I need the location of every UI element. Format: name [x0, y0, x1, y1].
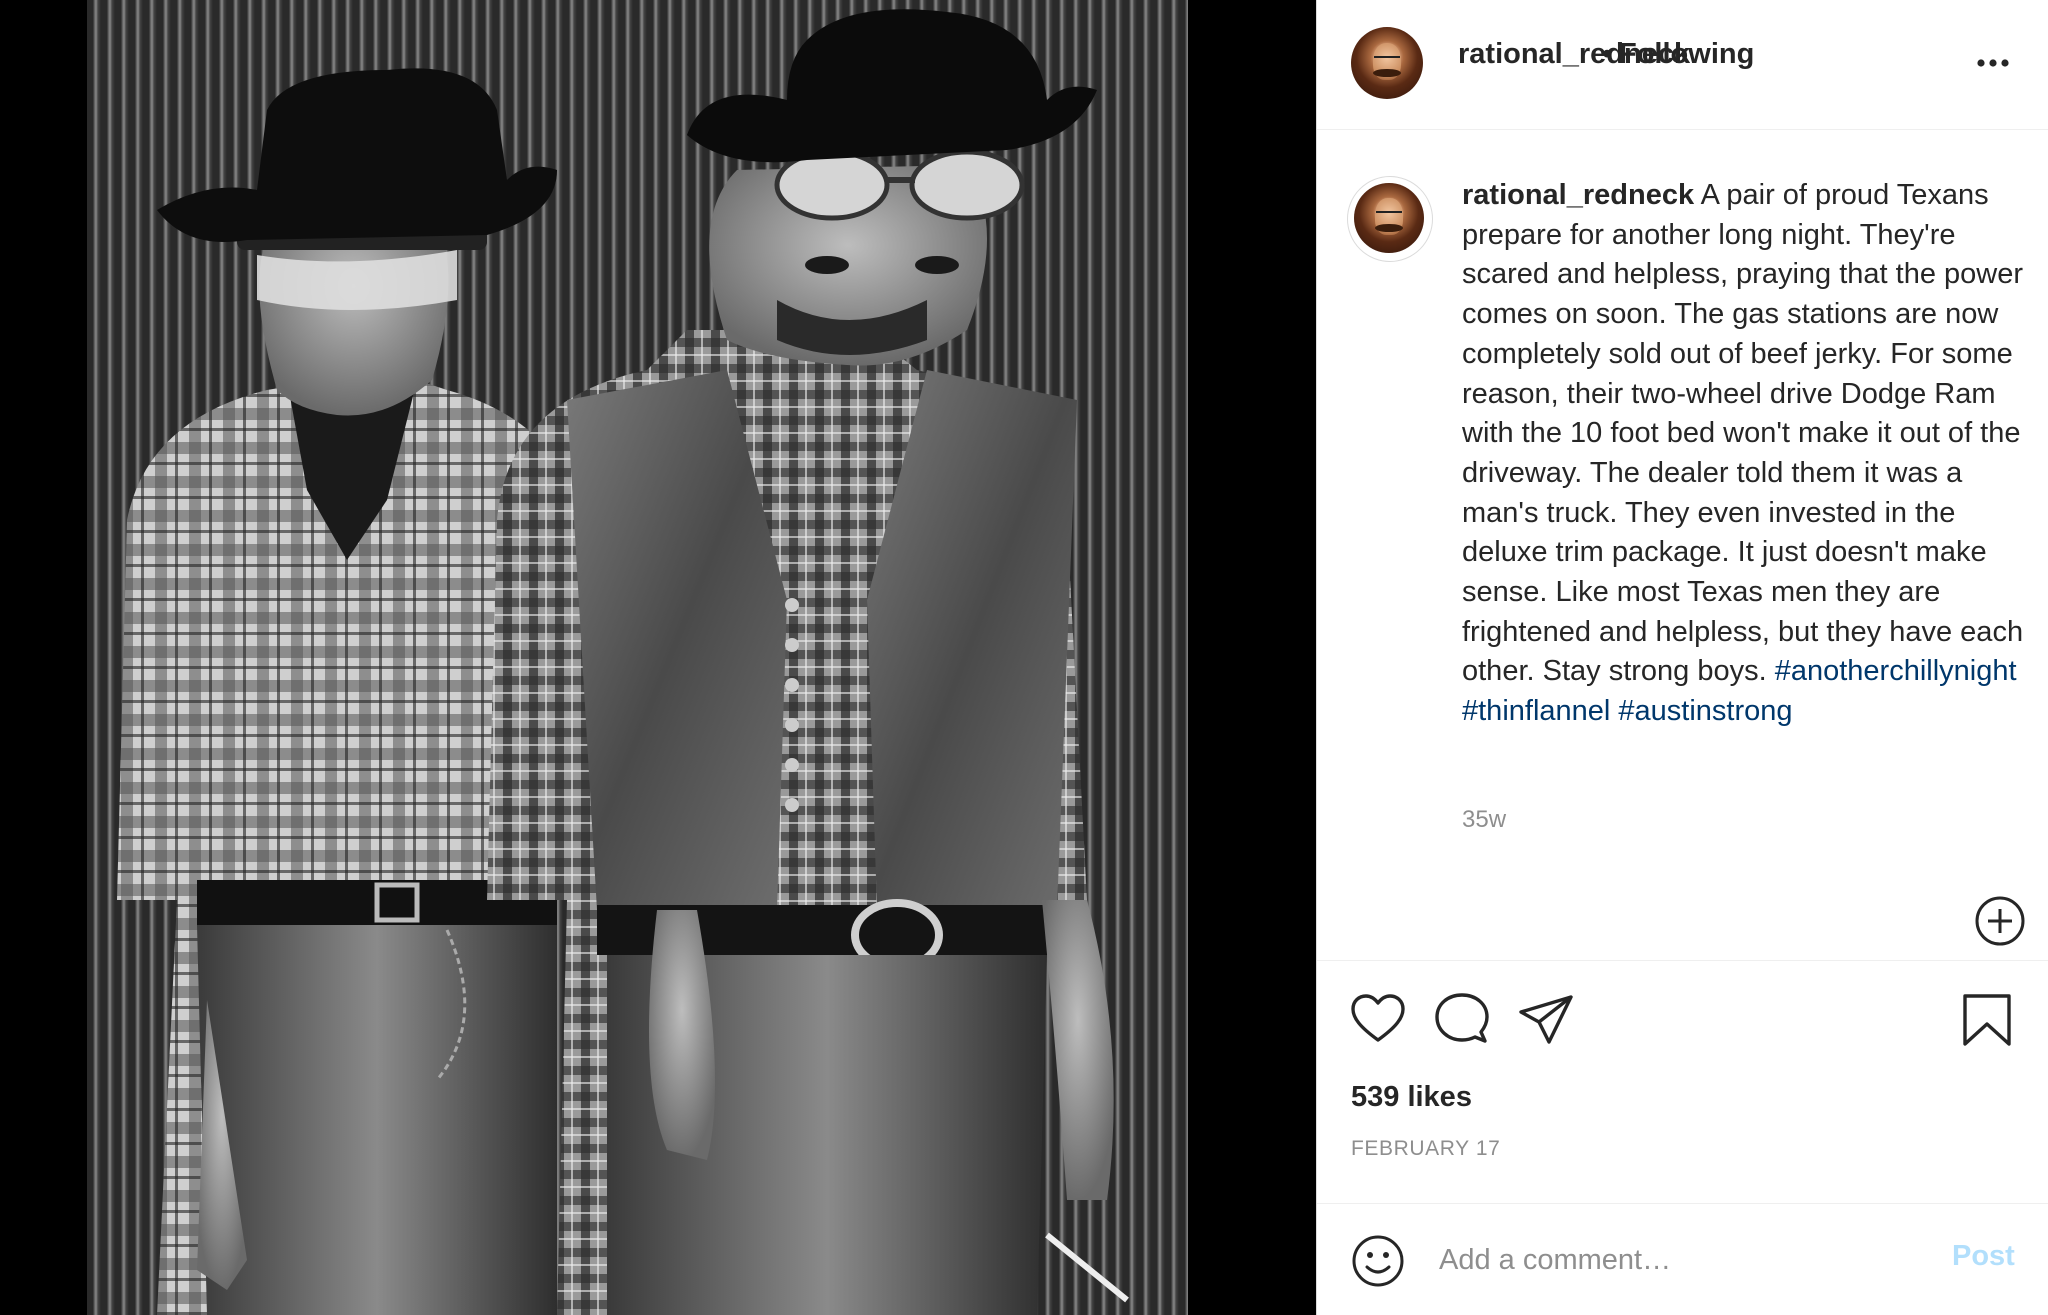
post-photo[interactable]	[87, 0, 1188, 1315]
hashtag-link[interactable]: #thinflannel	[1462, 695, 1610, 727]
following-button[interactable]: Following	[1619, 38, 1754, 71]
photo-illustration	[117, 9, 1129, 1315]
share-paper-plane-icon[interactable]	[1518, 992, 1574, 1048]
hashtag-link[interactable]: #anotherchillynight	[1775, 655, 2017, 687]
emoji-smiley-icon[interactable]	[1350, 1233, 1406, 1289]
avatar-mustache	[1375, 223, 1403, 232]
post-comment-button[interactable]: Post	[1952, 1240, 2015, 1273]
heart-icon[interactable]	[1350, 992, 1406, 1048]
post-date[interactable]: FEBRUARY 17	[1351, 1137, 1500, 1161]
caption-username-link[interactable]: rational_redneck	[1462, 179, 1694, 211]
more-options-icon[interactable]	[1973, 48, 2013, 78]
bookmark-icon[interactable]	[1959, 992, 2015, 1048]
author-avatar[interactable]	[1351, 27, 1423, 99]
comment-icon[interactable]	[1433, 992, 1489, 1048]
instagram-post-view: rational_redneck • Following rational_re…	[0, 0, 2048, 1315]
load-more-comments-icon[interactable]	[1974, 895, 2026, 947]
add-comment-input[interactable]	[1437, 1234, 1911, 1286]
likes-count[interactable]: 539 likes	[1351, 1081, 1472, 1114]
post-caption: rational_redneck A pair of proud Texans …	[1462, 176, 2032, 732]
caption-age[interactable]: 35w	[1462, 806, 1506, 834]
caption-text: A pair of proud Texans prepare for anoth…	[1462, 179, 2024, 688]
comment-bar: Post	[1317, 1203, 2048, 1315]
avatar-glasses	[1374, 55, 1400, 64]
post-actions: 539 likes FEBRUARY 17 Post	[1317, 960, 2048, 1315]
post-header: rational_redneck • Following	[1317, 0, 2048, 130]
avatar-glasses	[1376, 211, 1402, 219]
header-separator-dot: •	[1602, 38, 1613, 70]
photo-pane	[0, 0, 1316, 1315]
hashtag-link[interactable]: #austinstrong	[1618, 695, 1792, 727]
caption-author-avatar[interactable]	[1354, 183, 1424, 253]
post-sidebar: rational_redneck • Following rational_re…	[1316, 0, 2048, 1315]
